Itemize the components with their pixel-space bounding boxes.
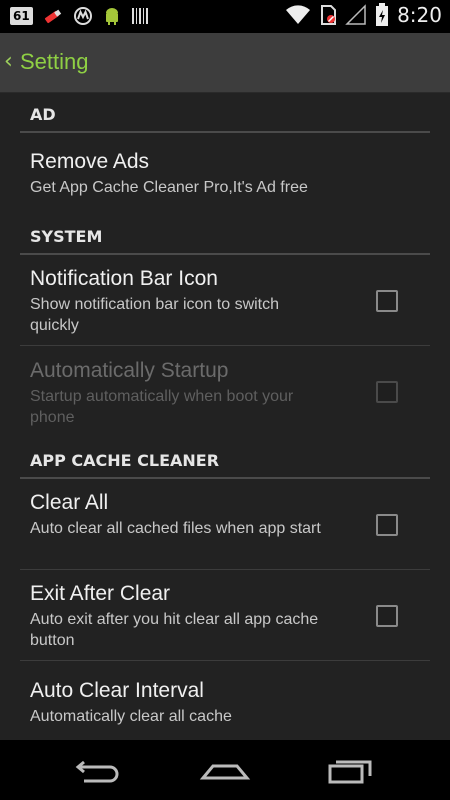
pref-title: Remove Ads [30,150,150,173]
pref-summary: Show notification bar icon to switch qui… [30,296,280,334]
pref-summary: Startup automatically when boot your pho… [30,388,294,426]
pref-notification-icon[interactable]: Notification Bar Icon Show notification … [30,266,430,336]
back-icon[interactable] [70,752,130,788]
barcode-icon [131,8,148,24]
pref-title: Automatically Startup [30,359,229,382]
divider [20,345,430,346]
divider [20,569,430,570]
pref-summary: Auto clear all cached files when app sta… [30,520,321,537]
pref-title: Clear All [30,491,109,514]
divider [20,660,430,661]
home-icon[interactable] [195,752,255,788]
pref-title: Auto Clear Interval [30,679,204,702]
motorola-icon [73,7,92,25]
navigation-bar [0,740,450,800]
status-notifications: 61 [10,5,149,27]
pref-summary: Auto exit after you hit clear all app ca… [30,611,319,649]
lipstick-icon [44,9,61,24]
auto-startup-checkbox [376,381,398,403]
exit-after-clear-checkbox[interactable] [376,605,398,627]
status-system: 8:20 [285,3,442,27]
action-bar: ‹ Setting [0,33,450,93]
pref-clear-all[interactable]: Clear All Auto clear all cached files wh… [30,490,430,539]
no-sim-icon [321,5,337,25]
category-label: SYSTEM [30,227,103,246]
clear-all-checkbox[interactable] [376,514,398,536]
pref-remove-ads[interactable]: Remove Ads Get App Cache Cleaner Pro,It'… [30,149,430,198]
pref-summary: Automatically clear all cache [30,708,232,725]
pref-title: Exit After Clear [30,582,171,605]
up-navigation-icon[interactable]: ‹ [4,49,13,74]
settings-list[interactable]: AD Remove Ads Get App Cache Cleaner Pro,… [0,93,450,740]
android-icon [105,8,118,25]
pref-summary: Get App Cache Cleaner Pro,It's Ad free [30,179,308,196]
pref-auto-startup: Automatically Startup Startup automatica… [30,358,430,428]
clock: 8:20 [397,3,442,27]
pref-title: Notification Bar Icon [30,267,218,290]
pref-exit-after-clear[interactable]: Exit After Clear Auto exit after you hit… [30,581,430,651]
category-system: SYSTEM [20,211,430,255]
category-label: APP CACHE CLEANER [30,451,220,470]
notification-badge-icon: 61 [10,7,33,25]
page-title[interactable]: Setting [20,49,89,75]
notification-icon-checkbox[interactable] [376,290,398,312]
recents-icon[interactable] [320,752,380,788]
pref-auto-clear-interval[interactable]: Auto Clear Interval Automatically clear … [30,678,430,727]
wifi-icon [286,5,311,24]
signal-icon [345,4,366,25]
category-ad: AD [20,93,430,133]
category-label: AD [30,105,56,124]
status-bar: 61 8:20 [0,0,450,33]
category-app-cache-cleaner: APP CACHE CLEANER [20,433,430,479]
battery-icon [376,3,389,26]
